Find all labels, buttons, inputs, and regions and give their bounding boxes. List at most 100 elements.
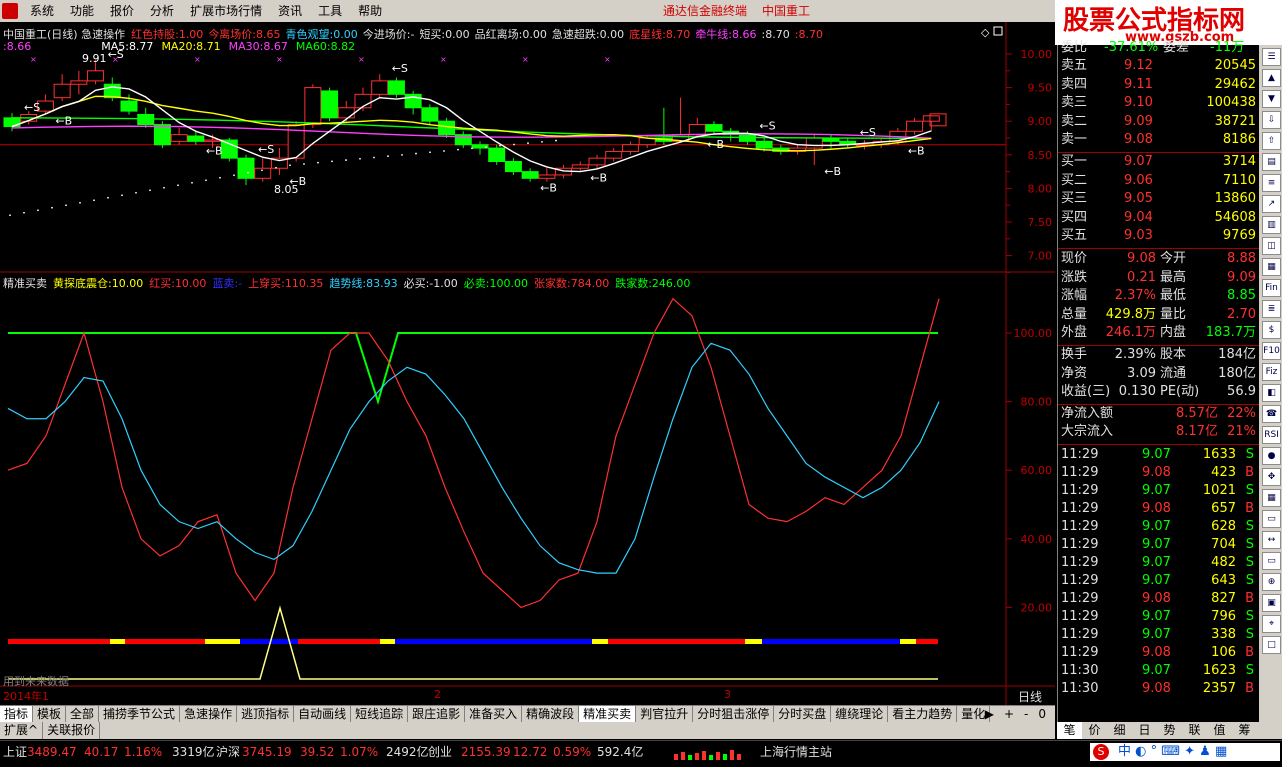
tab-13[interactable]: 分时狙击涨停: [693, 706, 775, 723]
tab-control-button[interactable]: +: [1004, 707, 1014, 721]
bid-row[interactable]: 买三 9.05 13860: [1058, 190, 1260, 209]
tick-side: S: [1245, 537, 1254, 552]
toolbar-icon[interactable]: ▼: [1262, 90, 1281, 108]
toolbar-icon[interactable]: ▦: [1262, 258, 1281, 276]
tab-12[interactable]: 判官拉升: [636, 706, 694, 723]
trend-dot: [555, 139, 557, 142]
ask-row[interactable]: 卖五 9.12 20545: [1058, 57, 1260, 76]
tab-0[interactable]: 指标: [0, 706, 34, 723]
kline-chart[interactable]: 10.00 9.50 9.00 8.50 8.00 7.50 7.00 100.00 80.00…: [0, 22, 1055, 705]
right-tab-6[interactable]: 值: [1207, 722, 1232, 739]
toolbar-icon[interactable]: Fiz: [1262, 363, 1281, 381]
toolbar-icon[interactable]: ✥: [1262, 468, 1281, 486]
tab-control-button[interactable]: 0: [1038, 707, 1046, 721]
tab-16[interactable]: 看主力趋势: [888, 706, 958, 723]
menu-item-2[interactable]: 报价: [102, 0, 142, 22]
tab-5[interactable]: 逃顶指标: [237, 706, 295, 723]
tab-7[interactable]: 短线追踪: [351, 706, 409, 723]
ext-tab-0[interactable]: 扩展^: [0, 722, 44, 739]
right-tab-0[interactable]: 笔: [1057, 722, 1082, 739]
right-tab-4[interactable]: 势: [1157, 722, 1182, 739]
tab-8[interactable]: 跟庄追影: [408, 706, 466, 723]
menu-item-3[interactable]: 分析: [142, 0, 182, 22]
trend-dot: [219, 176, 221, 179]
menu-item-1[interactable]: 功能: [62, 0, 102, 22]
menu-item-5[interactable]: 资讯: [270, 0, 310, 22]
cross-marker: ×: [276, 55, 283, 64]
ask-row[interactable]: 卖三 9.10 100438: [1058, 94, 1260, 113]
tab-11[interactable]: 精准买卖: [579, 706, 637, 723]
candle-body: [621, 144, 639, 152]
tab-4[interactable]: 急速操作: [180, 706, 238, 723]
signal-band-segment: [608, 639, 745, 644]
menu-item-6[interactable]: 工具: [310, 0, 350, 22]
bid-row[interactable]: 买二 9.06 7110: [1058, 172, 1260, 191]
toolbar-icon[interactable]: ⌖: [1262, 615, 1281, 633]
ask-row[interactable]: 卖一 9.08 8186: [1058, 131, 1260, 150]
ext-tab-1[interactable]: 关联报价: [43, 722, 101, 739]
toolbar-icon[interactable]: Fin: [1262, 279, 1281, 297]
toolbar-icon[interactable]: ▦: [1262, 489, 1281, 507]
tab-3[interactable]: 捕捞季节公式: [99, 706, 181, 723]
row2-prefix: :8.66: [3, 40, 32, 53]
tab-10[interactable]: 精确波段: [522, 706, 580, 723]
toolbar-icon[interactable]: ▭: [1262, 510, 1281, 528]
legend-value: 0.00: [445, 28, 470, 41]
menu-items: 系统 功能 报价 分析 扩展市场行情 资讯 工具 帮助: [22, 0, 390, 22]
toolbar-icon[interactable]: ●: [1262, 447, 1281, 465]
toolbar-icon[interactable]: ☰: [1262, 48, 1281, 66]
bid-row[interactable]: 买五 9.03 9769: [1058, 227, 1260, 246]
right-tab-3[interactable]: 日: [1132, 722, 1157, 739]
menu-item-7[interactable]: 帮助: [350, 0, 390, 22]
toolbar-icon[interactable]: RSI: [1262, 426, 1281, 444]
toolbar-icon[interactable]: ≣: [1262, 300, 1281, 318]
main-legend-item: :8.70: [762, 28, 790, 41]
right-tab-1[interactable]: 价: [1082, 722, 1107, 739]
tab-control-button[interactable]: -: [1024, 707, 1028, 721]
toolbar-icon[interactable]: ▤: [1262, 153, 1281, 171]
tab-control-button[interactable]: ▶: [985, 707, 994, 721]
toolbar-icon[interactable]: ▥: [1262, 216, 1281, 234]
chart-area[interactable]: 10.00 9.50 9.00 8.50 8.00 7.50 7.00 100.00 80.00…: [0, 22, 1055, 705]
stat-label: 总量: [1061, 306, 1088, 322]
toolbar-icon[interactable]: $: [1262, 321, 1281, 339]
menu-item-4[interactable]: 扩展市场行情: [182, 0, 270, 22]
toolbar-icon[interactable]: □: [1262, 636, 1281, 654]
toolbar-icon[interactable]: ⇧: [1262, 132, 1281, 150]
bid-label: 买二: [1061, 172, 1088, 188]
toolbar-icon[interactable]: ↔: [1262, 531, 1281, 549]
bid-row[interactable]: 买一 9.07 3714: [1058, 153, 1260, 172]
ask-row[interactable]: 卖二 9.09 38721: [1058, 113, 1260, 132]
ask-row[interactable]: 卖四 9.11 29462: [1058, 76, 1260, 95]
toolbar-icon[interactable]: ◧: [1262, 384, 1281, 402]
period-label[interactable]: 日线: [1018, 688, 1042, 705]
toolbar-icon[interactable]: ▣: [1262, 594, 1281, 612]
toolbar-icon[interactable]: ▭: [1262, 552, 1281, 570]
right-tab-5[interactable]: 联: [1182, 722, 1207, 739]
toolbar-icon[interactable]: ↗: [1262, 195, 1281, 213]
right-tab-2[interactable]: 细: [1107, 722, 1132, 739]
trend-dot: [65, 204, 67, 207]
signal-band-segment: [380, 639, 395, 644]
toolbar-icon[interactable]: ⇩: [1262, 111, 1281, 129]
tick-row: 11:29 9.07 643 S: [1058, 572, 1260, 590]
ime-toolbar[interactable]: S 中 ◐ ° ⌨ ✦ ♟ ▦: [1090, 743, 1280, 761]
right-tab-7[interactable]: 筹: [1232, 722, 1257, 739]
toolbar-icon[interactable]: ≡: [1262, 174, 1281, 192]
menu-item-0[interactable]: 系统: [22, 0, 62, 22]
tab-15[interactable]: 缠绕理论: [831, 706, 889, 723]
tab-9[interactable]: 准备买入: [465, 706, 523, 723]
ma-value: 8.77: [128, 40, 154, 53]
trend-dot: [415, 152, 417, 155]
bid-row[interactable]: 买四 9.04 54608: [1058, 209, 1260, 228]
toolbar-icon[interactable]: ☎: [1262, 405, 1281, 423]
data-source[interactable]: 上海行情主站: [760, 741, 832, 763]
toolbar-icon[interactable]: F10: [1262, 342, 1281, 360]
tab-2[interactable]: 全部: [66, 706, 100, 723]
toolbar-icon[interactable]: ▲: [1262, 69, 1281, 87]
tab-14[interactable]: 分时买盘: [774, 706, 832, 723]
tab-6[interactable]: 自动画线: [294, 706, 352, 723]
toolbar-icon[interactable]: ◫: [1262, 237, 1281, 255]
tab-1[interactable]: 模板: [33, 706, 67, 723]
toolbar-icon[interactable]: ⊕: [1262, 573, 1281, 591]
